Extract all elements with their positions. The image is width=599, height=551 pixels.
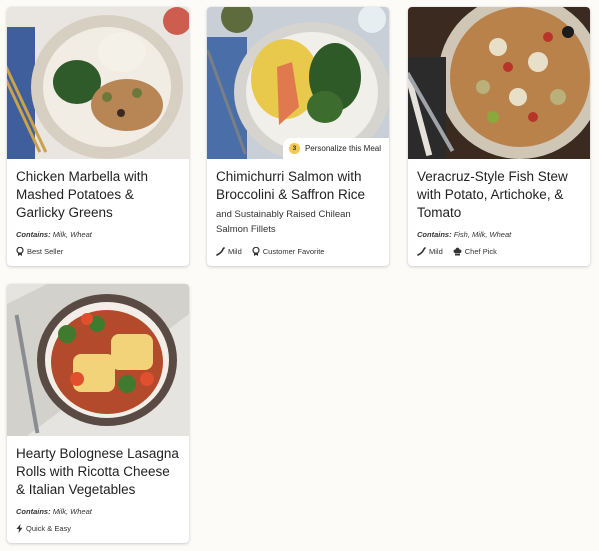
meal-tags: Mild Chef Pick bbox=[417, 247, 497, 256]
meal-card[interactable]: Veracruz-Style Fish Stew with Potato, Ar… bbox=[408, 7, 590, 266]
meal-tags: Best Seller bbox=[16, 247, 63, 256]
meal-title[interactable]: Chimichurri Salmon with Broccolini & Saf… bbox=[216, 168, 380, 204]
tag-mild: Mild bbox=[216, 247, 242, 256]
meal-tags: Quick & Easy bbox=[16, 524, 71, 533]
mild-pepper-icon bbox=[417, 247, 426, 256]
meal-card[interactable]: Chicken Marbella with Mashed Potatoes & … bbox=[7, 7, 189, 266]
meal-tags: Mild Customer Favorite bbox=[216, 247, 324, 256]
meal-card[interactable]: Hearty Bolognese Lasagna Rolls with Rico… bbox=[7, 284, 189, 543]
allergen-info: Contains: Milk, Wheat bbox=[16, 507, 92, 516]
tag-quick-easy: Quick & Easy bbox=[16, 524, 71, 533]
customer-favorite-icon bbox=[252, 247, 260, 256]
allergen-list: Fish, Milk, Wheat bbox=[453, 230, 512, 239]
personalize-label: Personalize this Meal bbox=[304, 144, 381, 153]
tag-chef-pick: Chef Pick bbox=[453, 247, 497, 256]
personalize-meal-button[interactable]: 3 Personalize this Meal bbox=[282, 138, 389, 159]
meal-image[interactable] bbox=[7, 7, 189, 159]
meal-title[interactable]: Veracruz-Style Fish Stew with Potato, Ar… bbox=[417, 168, 581, 222]
tag-mild: Mild bbox=[417, 247, 443, 256]
meal-title[interactable]: Chicken Marbella with Mashed Potatoes & … bbox=[16, 168, 180, 222]
meal-image[interactable]: 3 Personalize this Meal bbox=[207, 7, 389, 159]
allergen-info: Contains: Milk, Wheat bbox=[16, 230, 92, 239]
lightning-icon bbox=[16, 524, 23, 533]
meal-subtitle: and Sustainably Raised Chilean Salmon Fi… bbox=[216, 209, 351, 235]
best-seller-icon bbox=[16, 247, 24, 256]
mild-pepper-icon bbox=[216, 247, 225, 256]
tag-customer-favorite: Customer Favorite bbox=[252, 247, 324, 256]
meal-image[interactable] bbox=[7, 284, 189, 436]
allergen-list: Milk, Wheat bbox=[52, 230, 92, 239]
allergen-info: Contains: Fish, Milk, Wheat bbox=[417, 230, 512, 239]
allergen-list: Milk, Wheat bbox=[52, 507, 92, 516]
personalize-count-badge: 3 bbox=[288, 143, 300, 154]
meal-title[interactable]: Hearty Bolognese Lasagna Rolls with Rico… bbox=[16, 445, 180, 499]
meal-image[interactable] bbox=[408, 7, 590, 159]
tag-best-seller: Best Seller bbox=[16, 247, 63, 256]
meal-card[interactable]: 3 Personalize this Meal Chimichurri Salm… bbox=[207, 7, 389, 266]
chef-hat-icon bbox=[453, 247, 462, 256]
